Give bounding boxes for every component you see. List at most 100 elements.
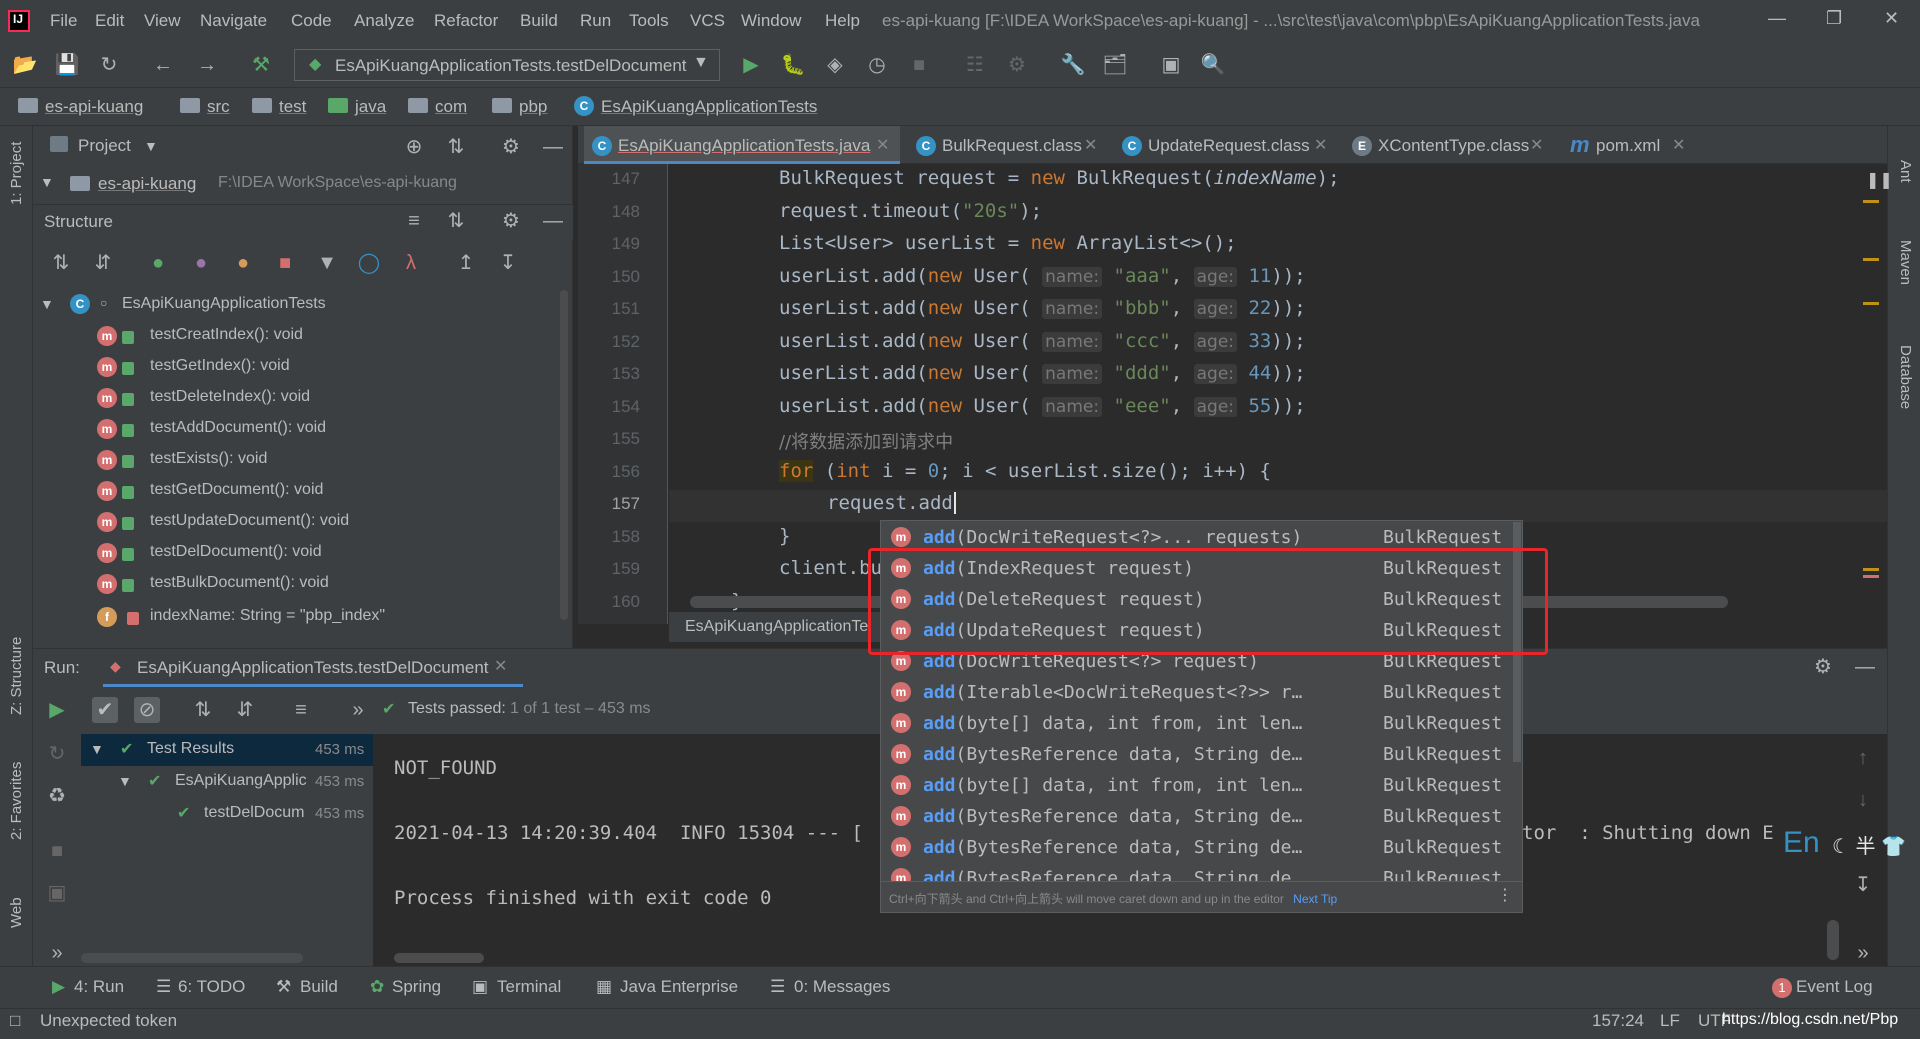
show-properties-icon[interactable]: ● (188, 250, 214, 276)
error-stripe-mark[interactable] (1863, 258, 1879, 261)
expand-all-icon[interactable]: ≡ (401, 208, 427, 234)
line-separator[interactable]: LF (1660, 1011, 1680, 1031)
status-layout-icon[interactable]: □ (10, 1011, 20, 1031)
run-tab-label[interactable]: EsApiKuangApplicationTests.testDelDocume… (137, 658, 489, 678)
search-icon[interactable]: 🔍 (1200, 52, 1226, 78)
coverage-icon[interactable]: ◈ (822, 52, 848, 78)
structure-method[interactable]: testGetIndex(): void (150, 357, 290, 375)
structure-field[interactable]: indexName: String = "pbp_index" (150, 607, 385, 625)
sort-alpha-icon[interactable]: ⇅ (190, 697, 216, 723)
menu-refactor[interactable]: Refactor (434, 11, 498, 31)
error-stripe-mark[interactable] (1863, 200, 1879, 203)
menu-help[interactable]: Help (825, 11, 860, 31)
completion-item[interactable]: m add(BytesReference data, String de… Bulk… (889, 801, 1509, 832)
toggle-autotest-icon[interactable]: ♻ (44, 783, 70, 809)
tab-bulkrequest[interactable]: C BulkRequest.class ✕ (908, 126, 1106, 164)
gear-icon[interactable]: ⚙ (498, 208, 524, 234)
tab-xcontenttype[interactable]: E XContentType.class ✕ (1344, 126, 1550, 164)
lambda-icon[interactable]: λ (398, 250, 424, 276)
editor-breadcrumb[interactable]: EsApiKuangApplicationTe (669, 612, 884, 642)
close-tab-icon[interactable]: ✕ (876, 135, 889, 155)
menu-build[interactable]: Build (520, 11, 558, 31)
tool-messages[interactable]: 0: Messages (794, 977, 890, 997)
save-icon[interactable]: 💾 (54, 52, 80, 78)
vcs-icon[interactable]: ⚙ (1004, 52, 1030, 78)
build-hammer-icon[interactable]: ⚒ (248, 52, 274, 78)
tree-expand-icon[interactable]: ▼ (90, 741, 104, 757)
terminal-window-icon[interactable]: ▣ (1158, 52, 1184, 78)
anonymous-class-icon[interactable]: ◯ (356, 250, 382, 276)
favorites-tool-tab[interactable]: 2: Favorites (8, 762, 25, 840)
close-tab-icon[interactable]: ✕ (1530, 135, 1543, 155)
restore-icon[interactable]: ❐ (1826, 8, 1842, 29)
menu-edit[interactable]: Edit (95, 11, 124, 31)
caret-position[interactable]: 157:24 (1592, 1011, 1644, 1031)
breadcrumb-class[interactable]: EsApiKuangApplicationTests (601, 97, 817, 117)
show-lambdas-icon[interactable]: ▼ (314, 250, 340, 276)
close-tab-icon[interactable]: ✕ (1314, 135, 1327, 155)
test-class-node[interactable]: EsApiKuangApplic (175, 772, 307, 790)
stop-icon[interactable]: ■ (906, 52, 932, 78)
error-stripe-mark[interactable] (1863, 302, 1879, 305)
project-root-name[interactable]: es-api-kuang (98, 174, 196, 194)
completion-item[interactable]: m add(BytesReference data, String de… Bulk… (889, 832, 1509, 863)
structure-method[interactable]: testUpdateDocument(): void (150, 512, 349, 530)
breadcrumb-project[interactable]: es-api-kuang (45, 97, 143, 117)
breadcrumb-com[interactable]: com (435, 97, 467, 117)
tool-todo[interactable]: 6: TODO (178, 977, 245, 997)
collapse-icon[interactable]: ⇅ (443, 134, 469, 160)
menu-navigate[interactable]: Navigate (200, 11, 267, 31)
structure-class-name[interactable]: EsApiKuangApplicationTests (122, 295, 326, 313)
gear-icon[interactable]: ⚙ (1810, 654, 1836, 680)
tree-expand-icon[interactable]: ▼ (40, 174, 54, 190)
tree-expand-icon[interactable]: ▼ (118, 773, 132, 789)
show-passed-icon[interactable]: ✔ (92, 697, 118, 723)
structure-method[interactable]: testDeleteIndex(): void (150, 388, 310, 406)
tool-spring[interactable]: Spring (392, 977, 441, 997)
breadcrumb-java[interactable]: java (355, 97, 386, 117)
structure-scrollbar[interactable] (560, 290, 568, 620)
ime-language[interactable]: En (1783, 826, 1820, 860)
project-panel-title[interactable]: Project (78, 136, 131, 156)
structure-tool-tab[interactable]: Z: Structure (8, 637, 25, 715)
completion-item[interactable]: m add(byte[] data, int from, int len… Bulk… (889, 770, 1509, 801)
run-configuration-select[interactable]: ◆ EsApiKuangApplicationTests.testDelDocu… (294, 49, 720, 81)
console-horizontal-scrollbar[interactable] (394, 953, 484, 963)
camera-icon[interactable]: ▣ (44, 880, 70, 906)
close-tab-icon[interactable]: ✕ (1084, 135, 1097, 155)
structure-method[interactable]: testCreatIndex(): void (150, 326, 303, 344)
rerun-icon[interactable]: ▶ (44, 697, 70, 723)
web-tool-tab[interactable]: Web (8, 897, 25, 928)
more-icon[interactable]: » (1850, 940, 1876, 966)
structure-method[interactable]: testAddDocument(): void (150, 419, 326, 437)
error-stripe-mark[interactable] (1863, 575, 1879, 578)
tool-build[interactable]: Build (300, 977, 338, 997)
test-results-root[interactable]: Test Results (147, 740, 234, 758)
minimize-icon[interactable]: — (1768, 8, 1786, 29)
close-tab-icon[interactable]: ✕ (1672, 135, 1685, 155)
sort-alpha-icon[interactable]: ⇵ (90, 250, 116, 276)
collapse-all-icon[interactable]: ⇅ (443, 208, 469, 234)
autoscroll-from-source-icon[interactable]: ↧ (495, 250, 521, 276)
sort-visibility-icon[interactable]: ⇅ (48, 250, 74, 276)
more-icon[interactable]: » (44, 940, 70, 966)
chevron-down-icon[interactable]: ▼ (144, 138, 158, 154)
menu-tools[interactable]: Tools (629, 11, 669, 31)
structure-method[interactable]: testDelDocument(): void (150, 543, 322, 561)
rerun-failed-icon[interactable]: ↻ (44, 741, 70, 767)
show-non-public-icon[interactable]: ■ (272, 250, 298, 276)
next-tip-link[interactable]: Next Tip (1293, 892, 1337, 906)
menu-run[interactable]: Run (580, 11, 611, 31)
more-icon[interactable]: » (345, 697, 371, 723)
tab-updaterequest[interactable]: C UpdateRequest.class ✕ (1114, 126, 1336, 164)
close-window-icon[interactable]: ✕ (1884, 8, 1899, 29)
scroll-to-end-icon[interactable]: ↧ (1850, 872, 1876, 898)
hide-icon[interactable]: — (540, 208, 566, 234)
forward-icon[interactable]: → (194, 52, 220, 78)
settings-wrench-icon[interactable]: 🔧 (1060, 52, 1086, 78)
show-ignored-icon[interactable]: ⊘ (134, 697, 160, 723)
update-icon[interactable]: ☷ (962, 52, 988, 78)
gear-icon[interactable]: ⚙ (498, 134, 524, 160)
test-method-node[interactable]: testDelDocum (204, 804, 304, 822)
menu-view[interactable]: View (144, 11, 181, 31)
